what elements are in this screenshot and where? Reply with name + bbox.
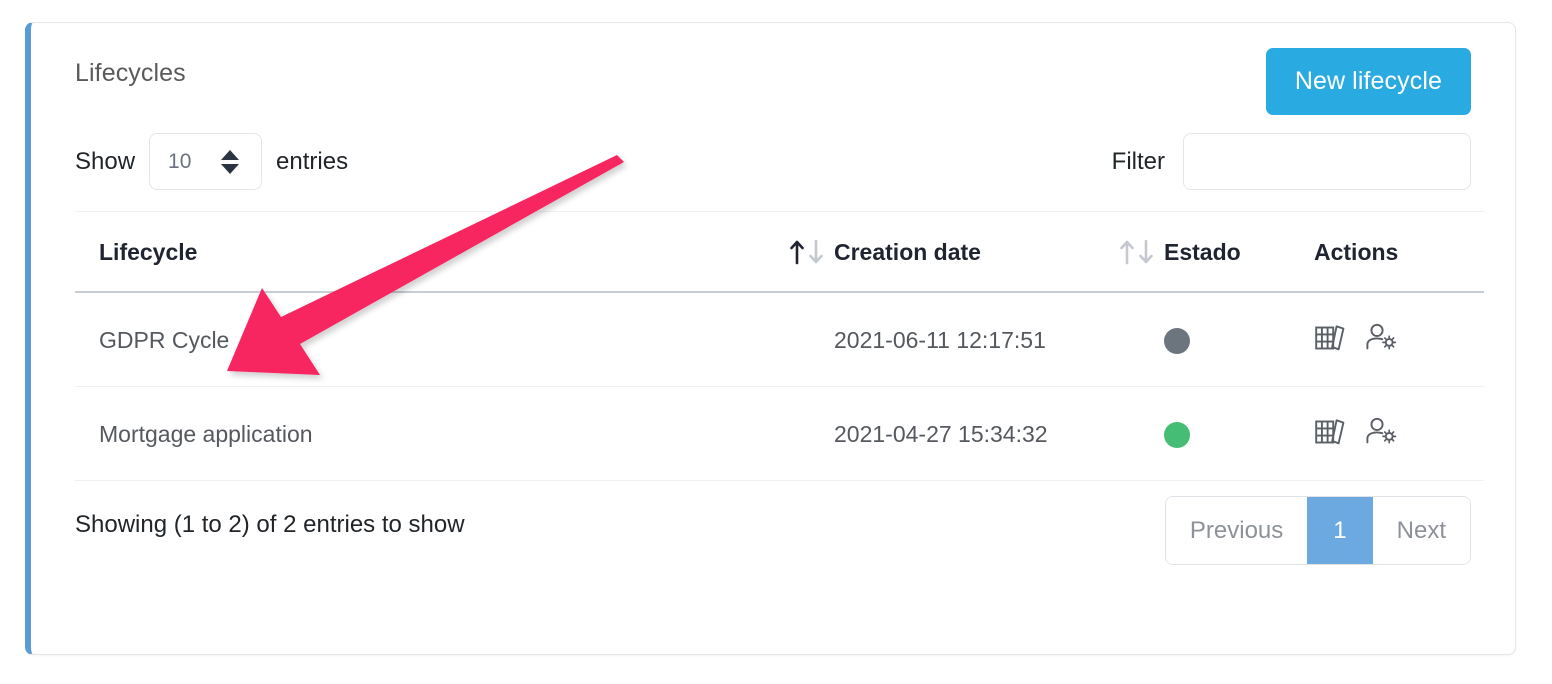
card-header: Lifecycles New lifecycle xyxy=(75,23,1471,133)
stepper-arrows-icon[interactable] xyxy=(221,150,239,174)
cell-creation-date: 2021-06-11 12:17:51 xyxy=(834,292,1164,387)
table-footer: Showing (1 to 2) of 2 entries to show Pr… xyxy=(75,481,1471,577)
filter-group: Filter xyxy=(1112,133,1471,190)
screen: Lifecycles New lifecycle Show 10 entries xyxy=(0,0,1552,684)
page-title: Lifecycles xyxy=(75,59,186,88)
cell-lifecycle: Mortgage application xyxy=(75,387,834,481)
column-label-lifecycle: Lifecycle xyxy=(99,239,197,265)
page-length-select[interactable]: 10 xyxy=(149,133,262,190)
user-settings-icon[interactable] xyxy=(1364,415,1400,453)
lifecycles-table-wrapper: Lifecycle Creation date xyxy=(75,211,1471,481)
table-controls: Show 10 entries Filter xyxy=(75,133,1471,211)
filter-label: Filter xyxy=(1112,148,1165,176)
table-header: Lifecycle Creation date xyxy=(75,212,1484,293)
status-badge xyxy=(1164,422,1190,448)
cell-actions xyxy=(1314,292,1484,387)
page-length-group: Show 10 entries xyxy=(75,133,348,190)
entries-label: entries xyxy=(276,148,348,176)
cell-estado xyxy=(1164,387,1314,481)
column-label-actions: Actions xyxy=(1314,239,1398,265)
table-row[interactable]: GDPR Cycle 2021-06-11 12:17:51 xyxy=(75,292,1484,387)
pagination: Previous 1 Next xyxy=(1165,496,1471,565)
show-label: Show xyxy=(75,148,135,176)
cell-actions xyxy=(1314,387,1484,481)
cell-creation-date: 2021-04-27 15:34:32 xyxy=(834,387,1164,481)
table-header-row: Lifecycle Creation date xyxy=(75,212,1484,293)
cell-lifecycle: GDPR Cycle xyxy=(75,292,834,387)
lifecycles-table: Lifecycle Creation date xyxy=(75,211,1484,481)
column-label-estado: Estado xyxy=(1164,239,1241,265)
table-row[interactable]: Mortgage application 2021-04-27 15:34:32 xyxy=(75,387,1484,481)
new-lifecycle-button[interactable]: New lifecycle xyxy=(1266,48,1471,115)
lifecycles-card: Lifecycles New lifecycle Show 10 entries xyxy=(25,22,1516,655)
status-badge xyxy=(1164,328,1190,354)
books-icon[interactable] xyxy=(1314,321,1348,359)
column-header-actions: Actions xyxy=(1314,212,1484,293)
cell-estado xyxy=(1164,292,1314,387)
page-length-value: 10 xyxy=(168,150,191,174)
showing-entries-text: Showing (1 to 2) of 2 entries to show xyxy=(75,511,465,539)
pagination-next-button[interactable]: Next xyxy=(1373,497,1470,564)
column-header-creation-date[interactable]: Creation date xyxy=(834,212,1164,293)
user-settings-icon[interactable] xyxy=(1364,321,1400,359)
filter-input[interactable] xyxy=(1183,133,1471,190)
pagination-previous-button[interactable]: Previous xyxy=(1166,497,1307,564)
column-label-creation-date: Creation date xyxy=(834,239,981,265)
column-header-lifecycle[interactable]: Lifecycle xyxy=(75,212,834,293)
card-body: Lifecycles New lifecycle Show 10 entries xyxy=(31,23,1515,654)
sort-ascending-icon[interactable] xyxy=(788,237,834,267)
books-icon[interactable] xyxy=(1314,415,1348,453)
table-body: GDPR Cycle 2021-06-11 12:17:51 xyxy=(75,292,1484,481)
column-header-estado: Estado xyxy=(1164,212,1314,293)
pagination-page-1-button[interactable]: 1 xyxy=(1307,497,1372,564)
sort-none-icon[interactable] xyxy=(1118,237,1164,267)
